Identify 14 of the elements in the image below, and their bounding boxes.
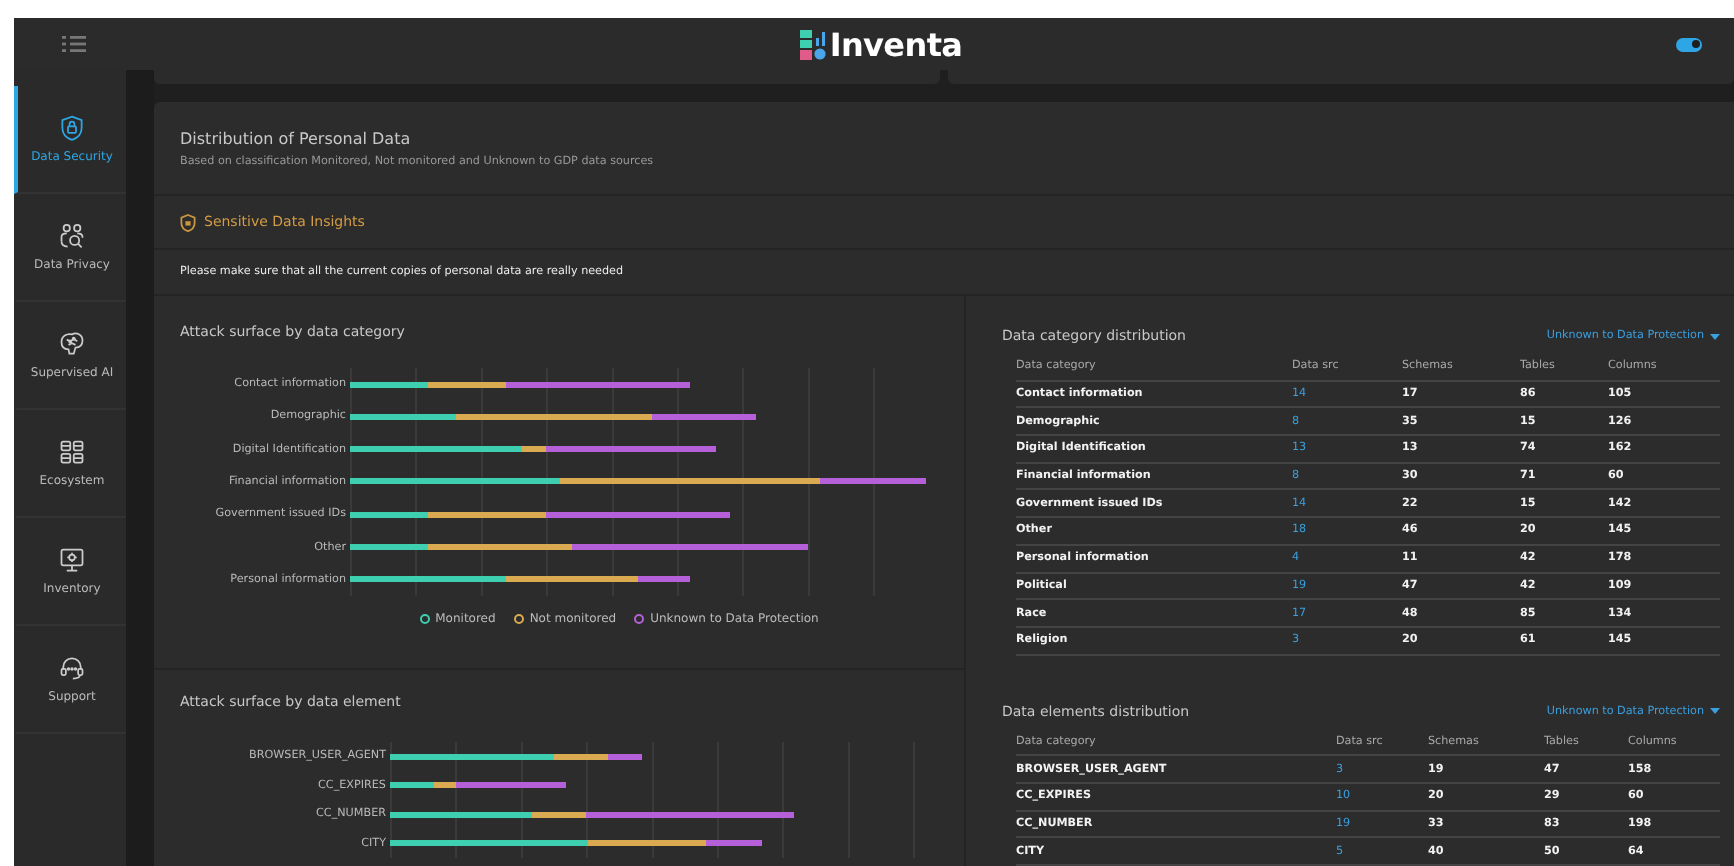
brain-icon [58,330,86,358]
theme-toggle[interactable] [1676,37,1702,51]
logo-text: Inventa [829,25,963,63]
caret-icon [1710,708,1720,715]
logo-icon [799,29,826,59]
shield-lock-icon [58,114,86,142]
headset-icon [58,654,86,682]
shield-icon [180,213,196,231]
section-title: Distribution of Personal Data [180,129,413,147]
caret-icon [1710,333,1720,339]
monitor-icon [58,546,86,574]
grid-icon [58,438,86,466]
menu-icon[interactable] [62,36,86,52]
people-search-icon [58,222,86,250]
